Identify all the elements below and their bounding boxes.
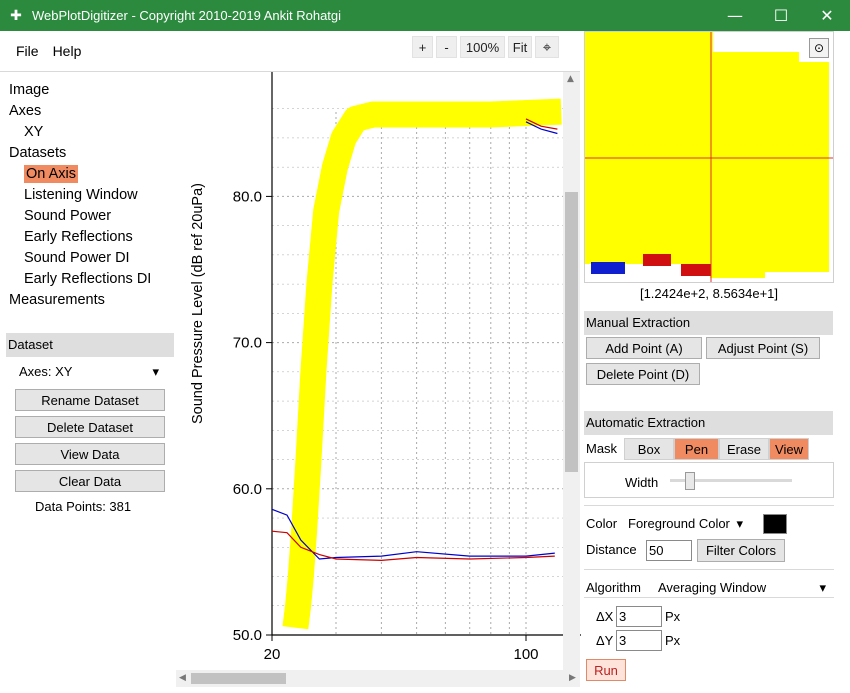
- horizontal-scroll-thumb[interactable]: [191, 673, 286, 684]
- color-swatch[interactable]: [763, 514, 787, 534]
- tree-axes[interactable]: Axes: [0, 101, 175, 122]
- menu-help[interactable]: Help: [53, 43, 82, 59]
- dataset-panel-header: Dataset: [6, 333, 174, 357]
- plot-canvas[interactable]: 50.0 60.0 70.0 80.0 20 100 Sound Pressure Leve…: [176, 72, 581, 670]
- dx-unit: Px: [665, 609, 681, 624]
- x-tick-label: 100: [513, 646, 538, 663]
- y-tick-label: 50.0: [233, 627, 262, 644]
- title-bar: ✚ WebPlotDigitizer - Copyright 2010-2019…: [0, 0, 850, 31]
- horizontal-scrollbar[interactable]: ◀ ▶: [176, 670, 580, 687]
- mask-pen-button[interactable]: Pen: [674, 438, 719, 460]
- mask-view-button[interactable]: View: [769, 438, 809, 460]
- plot-svg[interactable]: 50.0 60.0 70.0 80.0 20 100 Sound Pressure Leve…: [176, 72, 581, 670]
- minimize-button[interactable]: —: [712, 0, 758, 31]
- delete-dataset-button[interactable]: Delete Dataset: [15, 416, 165, 438]
- width-label: Width: [625, 475, 659, 490]
- dy-label: ΔY: [596, 633, 614, 648]
- scroll-up-icon[interactable]: ▲: [567, 74, 574, 84]
- vertical-scroll-thumb[interactable]: [565, 192, 578, 472]
- data-points-count: Data Points: 381: [35, 499, 132, 514]
- y-tick-label: 60.0: [233, 481, 262, 498]
- tree-measurements[interactable]: Measurements: [0, 290, 175, 311]
- manual-extraction-header: Manual Extraction: [584, 311, 833, 335]
- dx-input[interactable]: 3: [616, 606, 662, 627]
- tree-dataset-label: On Axis: [24, 165, 78, 183]
- algorithm-label: Algorithm: [586, 580, 641, 595]
- tree-dataset-item[interactable]: Sound Power DI: [0, 248, 175, 269]
- divider: [584, 505, 834, 506]
- close-button[interactable]: ✕: [804, 0, 850, 31]
- mask-erase-button[interactable]: Erase: [719, 438, 769, 460]
- y-axis-label: Sound Pressure Level (dB ref 20uPa): [190, 183, 206, 424]
- tree-dataset-item[interactable]: On Axis: [0, 164, 175, 185]
- dx-label: ΔX: [596, 609, 614, 624]
- vertical-scrollbar[interactable]: ▲: [563, 72, 580, 670]
- color-mode-value: Foreground Color: [628, 516, 730, 531]
- axes-select[interactable]: Axes: XY ▾: [19, 364, 159, 384]
- clear-data-button[interactable]: Clear Data: [15, 470, 165, 492]
- width-slider-handle[interactable]: [685, 472, 695, 490]
- algorithm-select[interactable]: Averaging Window ▾: [658, 580, 826, 596]
- distance-input[interactable]: 50: [646, 540, 692, 561]
- divider: [584, 597, 834, 598]
- window-title: WebPlotDigitizer - Copyright 2010-2019 A…: [32, 8, 342, 23]
- crosshair-icon[interactable]: ⌖: [535, 36, 559, 58]
- chevron-down-icon: ▾: [152, 364, 159, 379]
- zoom-100-button[interactable]: 100%: [460, 36, 505, 58]
- dy-input[interactable]: 3: [616, 630, 662, 651]
- magnifier-svg: [585, 32, 833, 282]
- cursor-coordinates: [1.2424e+2, 8.5634e+1]: [639, 286, 779, 301]
- scroll-right-icon[interactable]: ▶: [569, 673, 576, 683]
- tree-dataset-item[interactable]: Early Reflections DI: [0, 269, 175, 290]
- target-icon[interactable]: ⊙: [809, 38, 829, 58]
- automatic-extraction-header: Automatic Extraction: [584, 411, 833, 435]
- tree-dataset-item[interactable]: Listening Window: [0, 185, 175, 206]
- mask-label: Mask: [586, 441, 618, 456]
- scroll-left-icon[interactable]: ◀: [179, 673, 186, 683]
- zoom-toolbar: + - 100% Fit ⌖: [412, 36, 559, 58]
- magnifier-view: ⊙: [584, 31, 834, 283]
- tree-image[interactable]: Image: [0, 80, 175, 101]
- distance-label: Distance: [586, 542, 637, 557]
- tree-dataset-item[interactable]: Sound Power: [0, 206, 175, 227]
- x-tick-label: 20: [264, 646, 281, 663]
- tree-panel: Image Axes XY Datasets On Axis Listening…: [0, 80, 175, 311]
- maximize-button[interactable]: ☐: [758, 0, 804, 31]
- delete-point-button[interactable]: Delete Point (D): [586, 363, 700, 385]
- zoom-fit-button[interactable]: Fit: [508, 36, 532, 58]
- app-icon: ✚: [10, 7, 22, 24]
- pen-mask-stroke: [282, 98, 562, 630]
- divider: [584, 569, 834, 570]
- chevron-down-icon: ▾: [736, 516, 743, 531]
- add-point-button[interactable]: Add Point (A): [586, 337, 702, 359]
- view-data-button[interactable]: View Data: [15, 443, 165, 465]
- mask-box-button[interactable]: Box: [624, 438, 674, 460]
- rename-dataset-button[interactable]: Rename Dataset: [15, 389, 165, 411]
- zoom-out-button[interactable]: -: [436, 36, 457, 58]
- chevron-down-icon: ▾: [819, 580, 826, 595]
- algorithm-value: Averaging Window: [658, 580, 767, 595]
- y-tick-label: 80.0: [233, 188, 262, 205]
- color-mode-select[interactable]: Foreground Color ▾: [628, 516, 743, 532]
- run-button[interactable]: Run: [586, 659, 626, 681]
- filter-colors-button[interactable]: Filter Colors: [697, 539, 785, 562]
- y-tick-label: 70.0: [233, 335, 262, 352]
- dy-unit: Px: [665, 633, 681, 648]
- tree-dataset-item[interactable]: Early Reflections: [0, 227, 175, 248]
- tree-axes-xy[interactable]: XY: [0, 122, 175, 143]
- zoom-in-button[interactable]: +: [412, 36, 433, 58]
- menu-file[interactable]: File: [16, 43, 39, 59]
- axes-select-value: Axes: XY: [19, 364, 73, 379]
- tree-datasets[interactable]: Datasets: [0, 143, 175, 164]
- adjust-point-button[interactable]: Adjust Point (S): [706, 337, 820, 359]
- color-label: Color: [586, 516, 618, 531]
